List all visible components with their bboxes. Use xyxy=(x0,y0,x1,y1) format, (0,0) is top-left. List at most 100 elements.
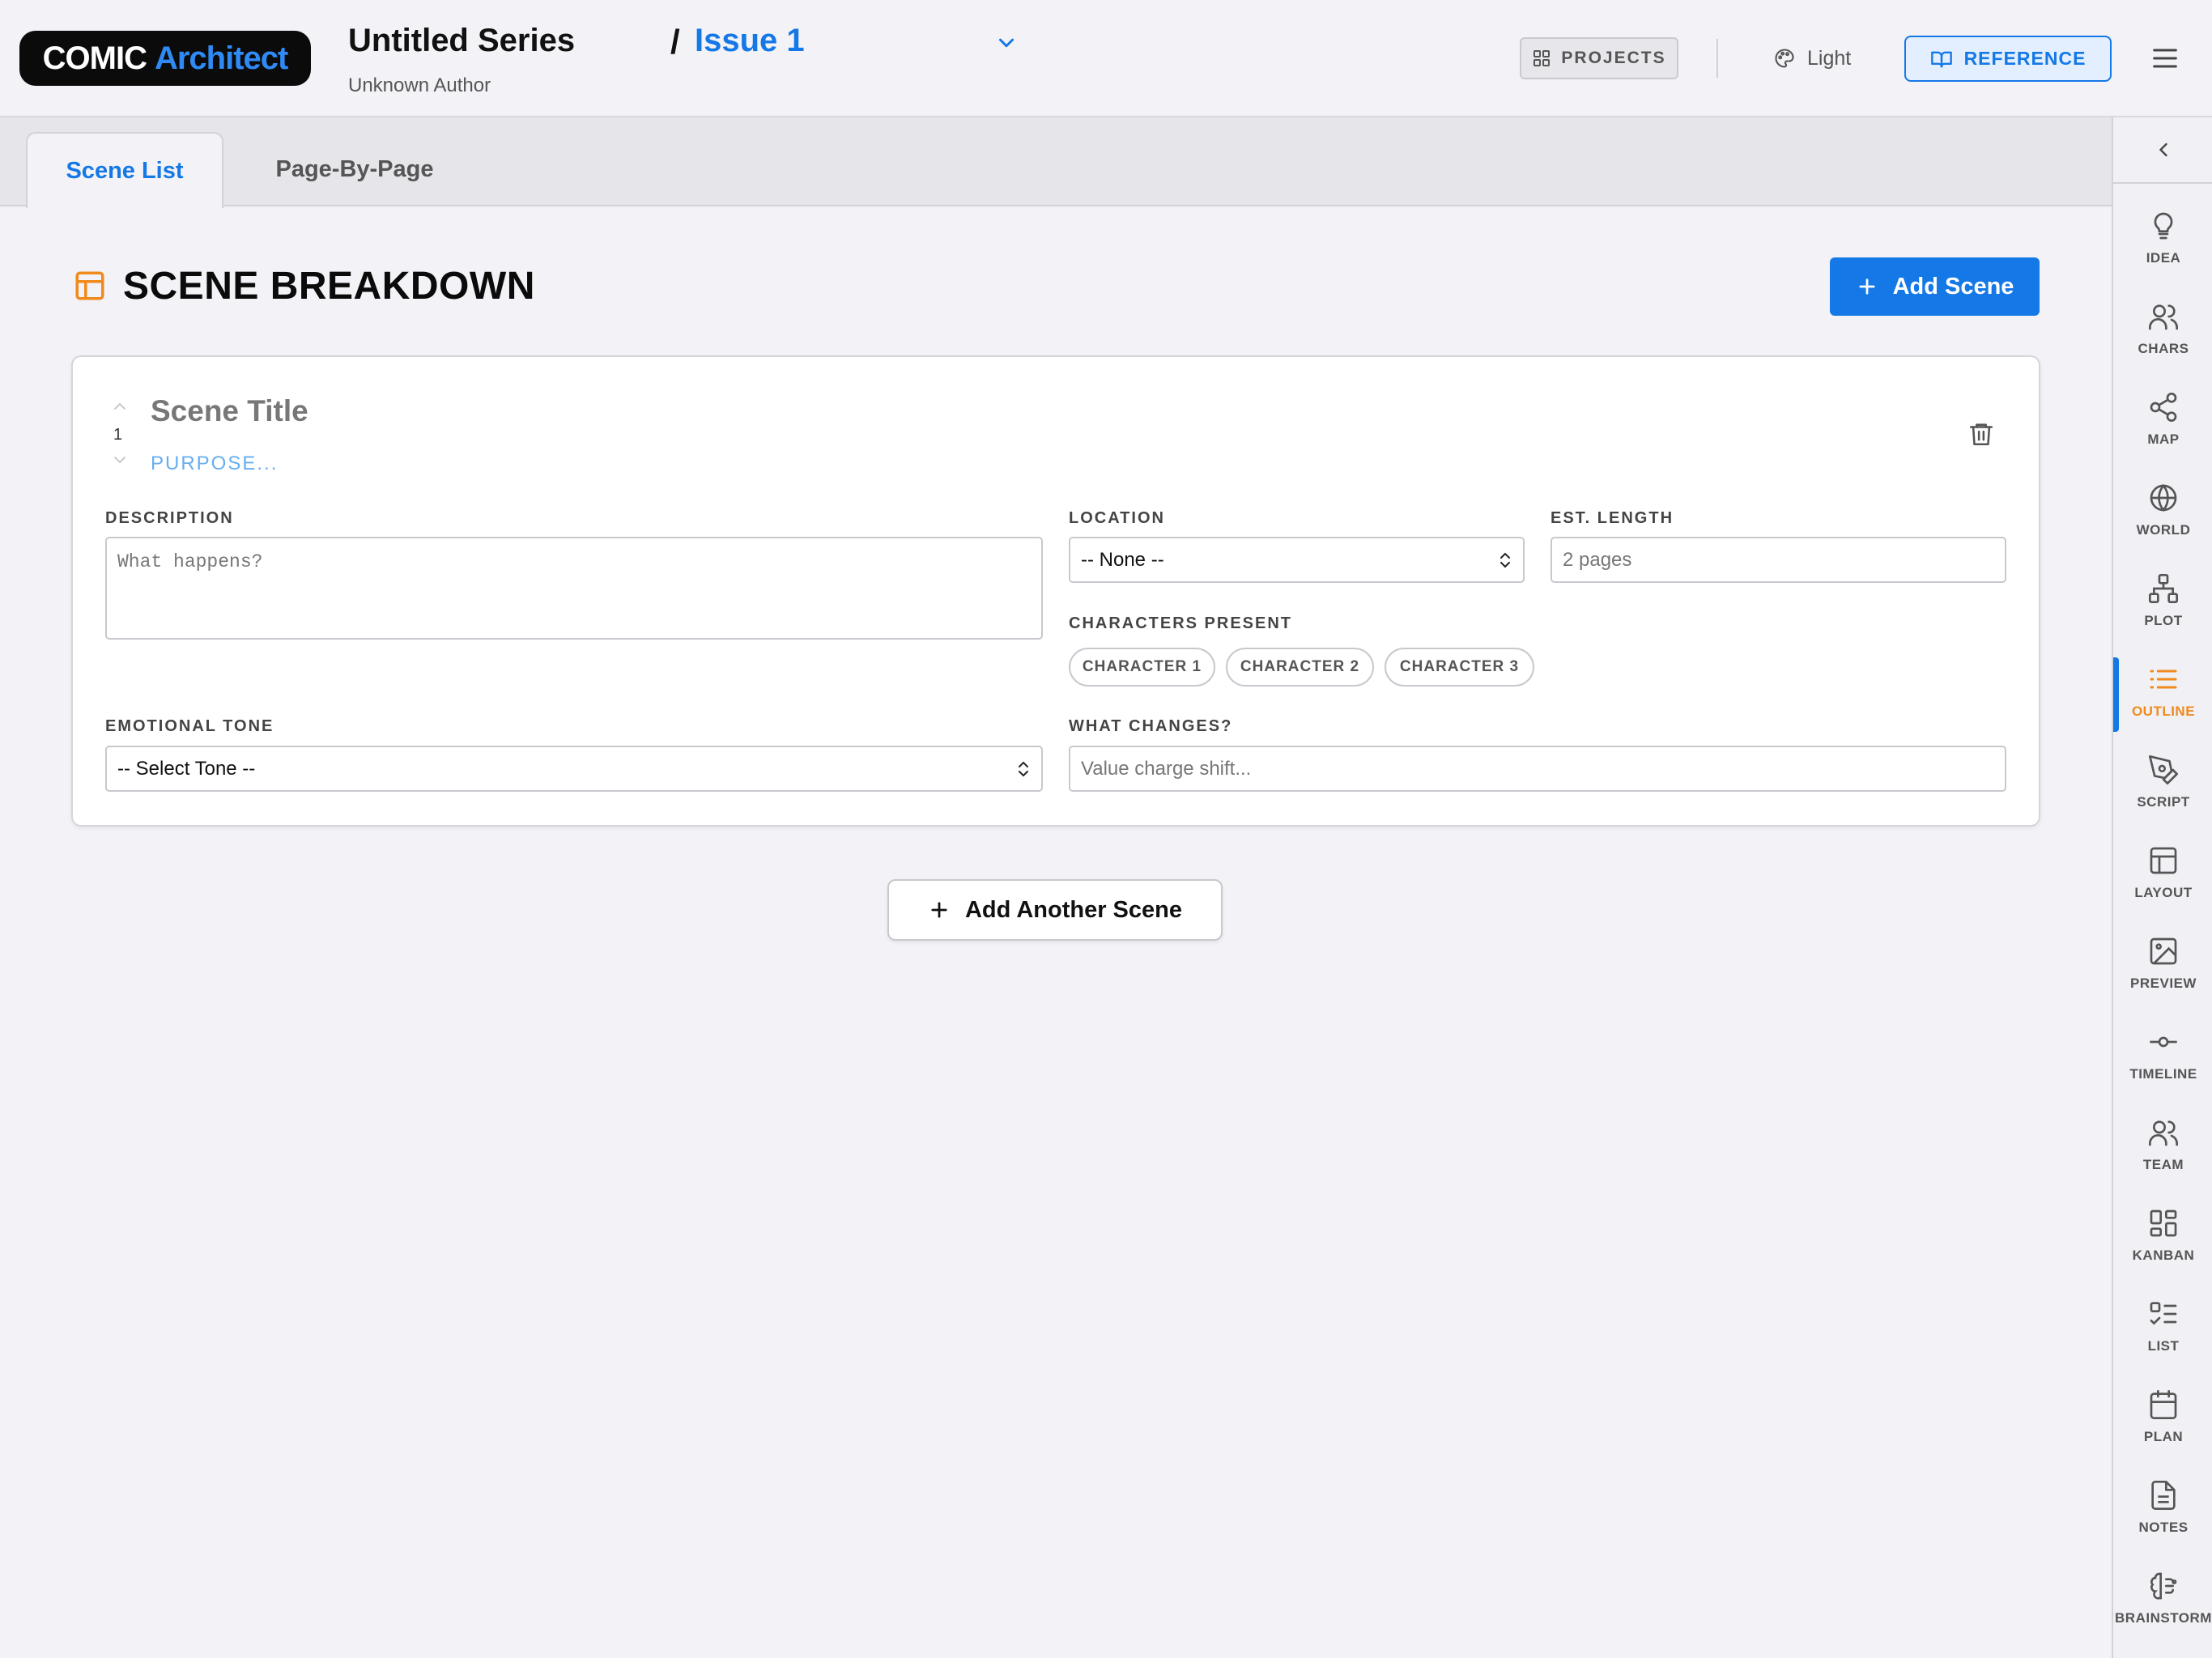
palette-icon xyxy=(1775,49,1794,68)
book-open-icon xyxy=(1930,51,1952,68)
checklist-icon xyxy=(2150,1302,2177,1325)
calendar-icon xyxy=(2150,1390,2177,1419)
sidebar-item-label: NOTES xyxy=(2138,1520,2189,1535)
sidebar-item-map[interactable]: MAP xyxy=(2113,378,2212,462)
character-chip[interactable]: CHARACTER 1 xyxy=(1069,648,1215,687)
series-author[interactable]: Unknown Author xyxy=(348,74,491,97)
add-scene-button[interactable]: Add Scene xyxy=(1830,257,2040,316)
collapse-sidebar-button[interactable] xyxy=(2113,117,2212,184)
add-another-scene-button[interactable]: Add Another Scene xyxy=(887,879,1223,941)
sidebar-item-label: OUTLINE xyxy=(2131,704,2196,719)
series-title[interactable]: Untitled Series xyxy=(348,23,575,59)
location-label: LOCATION xyxy=(1069,509,1165,527)
users-icon xyxy=(2149,304,2178,330)
globe-icon xyxy=(2150,483,2177,512)
est-length-label: EST. LENGTH xyxy=(1551,509,1674,527)
sidebar-item-plot[interactable]: PLOT xyxy=(2113,559,2212,644)
sidebar-item-label: PLOT xyxy=(2144,613,2183,628)
sidebar-item-label: IDEA xyxy=(2146,250,2181,266)
location-value: -- None -- xyxy=(1081,548,1164,571)
sidebar-item-world[interactable]: WORLD xyxy=(2113,469,2212,553)
timeline-icon xyxy=(2150,1036,2177,1048)
theme-toggle-button[interactable]: Light xyxy=(1773,37,1851,79)
sidebar-item-notes[interactable]: NOTES xyxy=(2113,1466,2212,1550)
select-arrows-icon xyxy=(1500,552,1510,568)
sidebar-item-idea[interactable]: IDEA xyxy=(2113,197,2212,281)
reference-label: REFERENCE xyxy=(1963,48,2087,69)
add-scene-label: Add Scene xyxy=(1892,273,2014,300)
sidebar-item-label: PREVIEW xyxy=(2130,976,2197,991)
scene-card: 1 Scene Title PURPOSE... DESCRIPTION Wha… xyxy=(71,355,2040,827)
sidebar-item-label: WORLD xyxy=(2136,522,2191,538)
chevron-down-icon[interactable] xyxy=(110,453,130,467)
character-chip[interactable]: CHARACTER 3 xyxy=(1385,648,1534,687)
sidebar-item-timeline[interactable]: TIMELINE xyxy=(2113,1013,2212,1097)
projects-button[interactable]: PROJECTS xyxy=(1520,37,1678,79)
sidebar-item-label: TEAM xyxy=(2142,1157,2184,1172)
location-select[interactable]: -- None -- xyxy=(1069,537,1525,583)
sidebar-item-script[interactable]: SCRIPT xyxy=(2113,741,2212,825)
tool-sidebar: IDEA CHARS MAP WORLD PLOT OUTLINE SCRIPT… xyxy=(2112,117,2212,1658)
scene-purpose-input[interactable]: PURPOSE... xyxy=(151,453,278,475)
sidebar-item-plan[interactable]: PLAN xyxy=(2113,1375,2212,1460)
sidebar-item-label: MAP xyxy=(2147,432,2180,447)
character-chip[interactable]: CHARACTER 2 xyxy=(1226,648,1374,687)
lightbulb-icon xyxy=(2154,212,2173,240)
logo-text-architect: Architect xyxy=(154,40,288,76)
plus-icon xyxy=(931,902,947,918)
reference-button[interactable]: REFERENCE xyxy=(1904,36,2112,82)
tab-scene-list[interactable]: Scene List xyxy=(26,132,223,208)
hierarchy-icon xyxy=(2149,574,2178,603)
sidebar-item-team[interactable]: TEAM xyxy=(2113,1103,2212,1188)
sidebar-item-chars[interactable]: CHARS xyxy=(2113,287,2212,372)
sidebar-item-layout[interactable]: LAYOUT xyxy=(2113,831,2212,916)
chevron-down-icon[interactable] xyxy=(994,31,1019,55)
issue-separator: / xyxy=(670,23,680,61)
sidebar-item-label: CHARS xyxy=(2138,341,2189,356)
header-divider xyxy=(1716,39,1718,78)
sidebar-item-outline[interactable]: OUTLINE xyxy=(2113,650,2212,734)
what-changes-input[interactable]: Value charge shift... xyxy=(1069,746,2006,792)
sidebar-item-preview[interactable]: PREVIEW xyxy=(2113,922,2212,1006)
projects-label: PROJECTS xyxy=(1561,49,1666,67)
chevron-left-icon xyxy=(2159,142,2167,157)
select-arrows-icon xyxy=(1019,761,1028,776)
scene-title-input[interactable]: Scene Title xyxy=(151,394,308,428)
add-another-label: Add Another Scene xyxy=(964,896,1182,923)
sidebar-item-list[interactable]: LIST xyxy=(2113,1285,2212,1369)
what-changes-label: WHAT CHANGES? xyxy=(1069,717,1233,735)
scene-number: 1 xyxy=(113,426,123,444)
hamburger-menu-icon[interactable] xyxy=(2149,42,2181,74)
image-icon xyxy=(2150,937,2177,965)
emotional-tone-select[interactable]: -- Select Tone -- xyxy=(105,746,1043,792)
team-icon xyxy=(2149,1120,2178,1146)
sidebar-item-label: LAYOUT xyxy=(2134,885,2193,900)
tone-value: -- Select Tone -- xyxy=(117,757,256,780)
characters-present-label: CHARACTERS PRESENT xyxy=(1069,614,1293,632)
logo-text-comic: COMIC xyxy=(42,40,147,76)
plus-icon xyxy=(1858,278,1875,295)
chevron-up-icon[interactable] xyxy=(110,399,130,414)
view-tabs: Scene List Page-By-Page xyxy=(0,117,2112,208)
app-logo[interactable]: COMIC Architect xyxy=(19,31,311,86)
description-label: DESCRIPTION xyxy=(105,509,234,527)
share-nodes-icon xyxy=(2150,393,2177,422)
file-text-icon xyxy=(2151,1481,2176,1510)
layout-icon xyxy=(75,271,104,300)
description-textarea[interactable]: What happens? xyxy=(105,537,1043,640)
trash-icon[interactable] xyxy=(1967,420,1995,448)
list-icon xyxy=(2150,670,2177,689)
sidebar-item-label: KANBAN xyxy=(2132,1248,2195,1263)
app-header: COMIC Architect Untitled Series Unknown … xyxy=(0,0,2212,117)
kanban-icon xyxy=(2150,1209,2177,1237)
layout-icon xyxy=(2150,847,2177,874)
brain-icon xyxy=(2150,1572,2177,1600)
theme-label: Light xyxy=(1807,46,1852,70)
sidebar-item-label: TIMELINE xyxy=(2129,1066,2197,1082)
issue-title[interactable]: Issue 1 xyxy=(695,23,805,59)
pen-tool-icon xyxy=(2149,755,2178,784)
sidebar-item-brainstorm[interactable]: BRAINSTORM xyxy=(2113,1557,2212,1641)
tab-page-by-page[interactable]: Page-By-Page xyxy=(243,132,466,206)
est-length-input[interactable]: 2 pages xyxy=(1551,537,2006,583)
sidebar-item-kanban[interactable]: KANBAN xyxy=(2113,1194,2212,1278)
